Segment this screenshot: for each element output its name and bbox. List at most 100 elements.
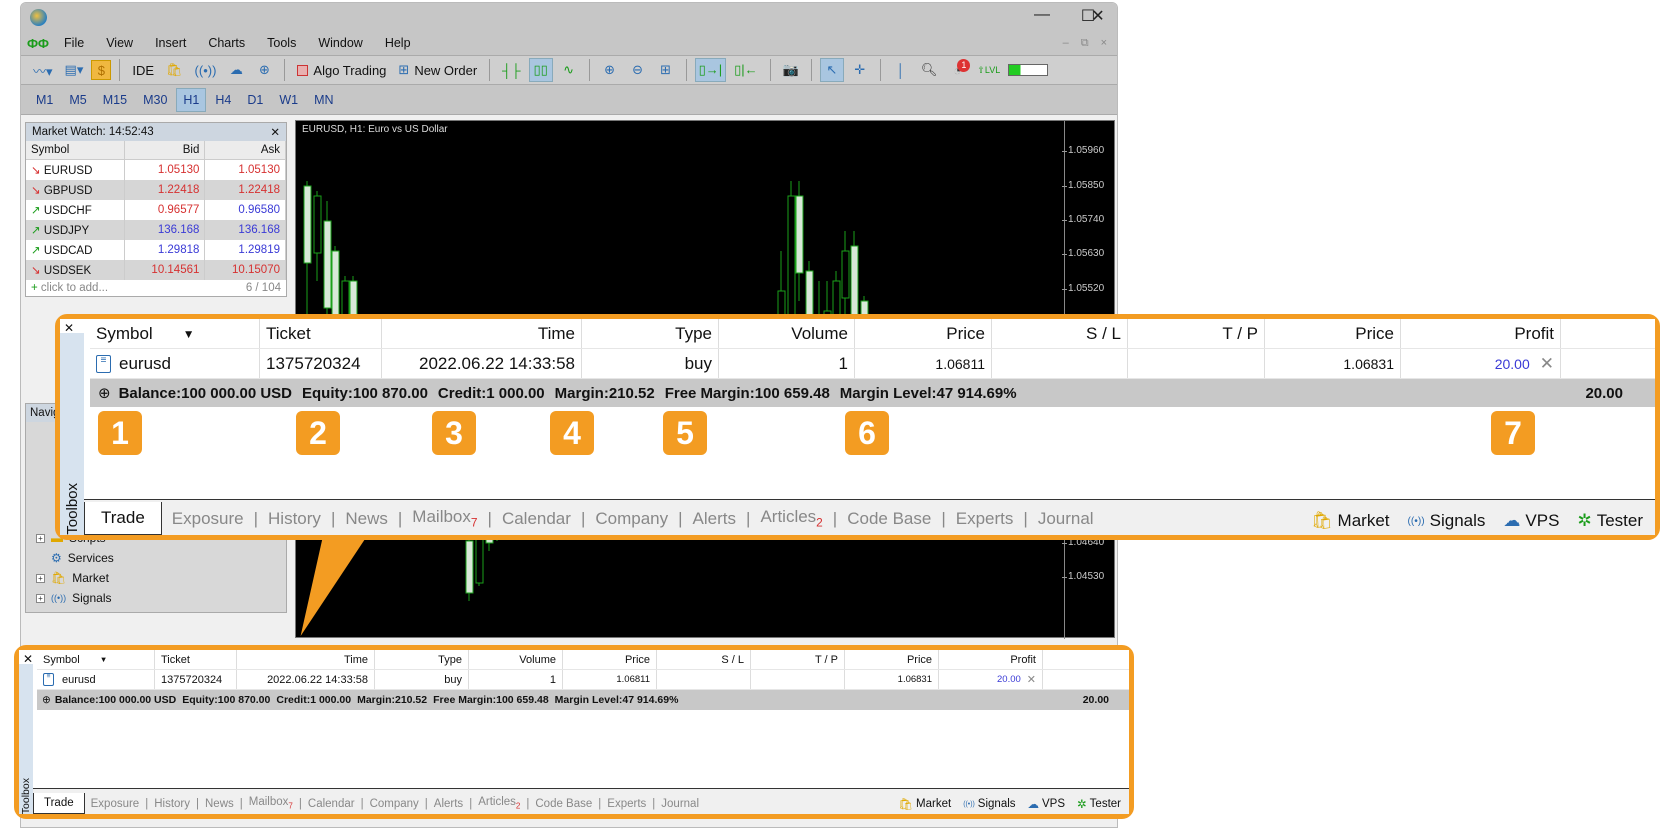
- tool-market[interactable]: 🛍 Market: [898, 797, 951, 811]
- chart-type-icon[interactable]: 〰▾: [29, 58, 57, 82]
- column-current-price[interactable]: Price: [845, 650, 939, 669]
- timeframe-m30[interactable]: M30: [136, 88, 174, 112]
- app-menu-icon[interactable]: ФФ: [27, 36, 53, 51]
- column-symbol[interactable]: Symbol ▼: [37, 650, 155, 669]
- market-watch-row[interactable]: ↘ USDSEK 10.14561 10.15070: [26, 259, 286, 280]
- tab-history[interactable]: History: [258, 509, 331, 535]
- menu-file[interactable]: File: [53, 36, 95, 50]
- tool-tester[interactable]: ✲ Tester: [1577, 511, 1643, 531]
- vertical-line-icon[interactable]: │: [889, 58, 913, 82]
- tool-signals[interactable]: ((•)) Signals: [1408, 511, 1486, 531]
- navigator-item-signals[interactable]: + ((•)) Signals: [26, 588, 286, 608]
- tab-alerts[interactable]: Alerts: [428, 798, 469, 814]
- vps-cloud-icon[interactable]: ☁: [224, 58, 248, 82]
- tab-articles[interactable]: Articles2: [750, 507, 832, 535]
- toolbox-close-icon[interactable]: ✕: [64, 321, 74, 335]
- column-type[interactable]: Type: [582, 319, 719, 348]
- expand-icon[interactable]: +: [36, 573, 45, 583]
- tab-trade[interactable]: Trade: [84, 502, 162, 535]
- column-price[interactable]: Price: [855, 319, 992, 348]
- toolbox-vertical-tab[interactable]: Toolbox: [19, 664, 33, 814]
- column-tp[interactable]: T / P: [751, 650, 845, 669]
- tab-journal[interactable]: Journal: [1028, 509, 1104, 535]
- column-profit[interactable]: Profit: [1401, 319, 1561, 348]
- timeframe-h1[interactable]: H1: [176, 87, 207, 112]
- tab-code-base[interactable]: Code Base: [529, 798, 598, 814]
- timeframe-m15[interactable]: M15: [96, 88, 134, 112]
- menu-help[interactable]: Help: [374, 36, 422, 50]
- tool-signals[interactable]: ((•)) Signals: [963, 798, 1015, 810]
- column-volume[interactable]: Volume: [719, 319, 855, 348]
- market-watch-row[interactable]: ↗ USDCHF 0.96577 0.96580: [26, 199, 286, 220]
- column-ask[interactable]: Ask: [204, 141, 286, 160]
- column-bid[interactable]: Bid: [124, 141, 206, 160]
- column-volume[interactable]: Volume: [469, 650, 563, 669]
- tab-history[interactable]: History: [148, 798, 196, 814]
- minimize-button[interactable]: —: [1027, 6, 1057, 24]
- line-chart-icon[interactable]: ∿: [557, 58, 581, 82]
- navigator-item-market[interactable]: + 🛍 Market: [26, 568, 286, 588]
- market-watch-close-icon[interactable]: ✕: [270, 125, 280, 139]
- menu-window[interactable]: Window: [307, 36, 373, 50]
- column-type[interactable]: Type: [375, 650, 469, 669]
- column-ticket[interactable]: Ticket: [260, 319, 382, 348]
- autoscroll-icon[interactable]: ▯→|: [694, 58, 727, 82]
- timeframe-w1[interactable]: W1: [272, 88, 305, 112]
- expand-icon[interactable]: +: [36, 533, 45, 543]
- navigator-item-services[interactable]: ⚙ Services: [26, 548, 286, 568]
- sort-dropdown-icon[interactable]: ▼: [183, 327, 195, 341]
- close-button[interactable]: ✕: [1083, 6, 1113, 26]
- ide-button[interactable]: IDE: [128, 58, 158, 82]
- tab-experts[interactable]: Experts: [946, 509, 1024, 535]
- expand-circle-icon[interactable]: ⊕: [98, 384, 111, 402]
- zoom-in-icon[interactable]: ⊕: [598, 58, 622, 82]
- tab-mailbox[interactable]: Mailbox7: [402, 507, 487, 535]
- timeframe-m5[interactable]: M5: [62, 88, 93, 112]
- tab-news[interactable]: News: [199, 798, 240, 814]
- close-position-icon[interactable]: ✕: [1540, 354, 1554, 374]
- tab-experts[interactable]: Experts: [601, 798, 652, 814]
- market-watch-row[interactable]: ↗ USDCAD 1.29818 1.29819: [26, 239, 286, 260]
- tab-news[interactable]: News: [335, 509, 398, 535]
- column-ticket[interactable]: Ticket: [155, 650, 237, 669]
- tile-windows-icon[interactable]: ⊞: [654, 58, 678, 82]
- expand-circle-icon[interactable]: ⊕: [42, 694, 51, 706]
- column-profit[interactable]: Profit: [939, 650, 1043, 669]
- column-sl[interactable]: S / L: [657, 650, 751, 669]
- child-restore-icon[interactable]: ⧉: [1081, 37, 1089, 50]
- tab-journal[interactable]: Journal: [655, 798, 705, 814]
- tab-exposure[interactable]: Exposure: [85, 798, 146, 814]
- candlestick-icon[interactable]: ▯▯: [528, 58, 553, 82]
- timeframe-h4[interactable]: H4: [208, 88, 238, 112]
- column-time[interactable]: Time: [237, 650, 375, 669]
- close-position-icon[interactable]: ✕: [1027, 673, 1036, 686]
- toolbox-close-icon[interactable]: ✕: [23, 652, 33, 666]
- column-price[interactable]: Price: [563, 650, 657, 669]
- dollar-icon[interactable]: $: [91, 60, 112, 80]
- menu-insert[interactable]: Insert: [144, 36, 197, 50]
- tab-exposure[interactable]: Exposure: [162, 509, 254, 535]
- tab-alerts[interactable]: Alerts: [683, 509, 746, 535]
- tab-trade[interactable]: Trade: [33, 793, 85, 814]
- templates-icon[interactable]: ▤▾: [61, 58, 88, 82]
- tool-vps[interactable]: ☁ VPS: [1028, 797, 1066, 811]
- search-icon[interactable]: 🔍︎: [917, 58, 942, 82]
- cursor-icon[interactable]: ↖: [819, 58, 844, 82]
- market-watch-row[interactable]: ↘ EURUSD 1.05130 1.05130: [26, 159, 286, 180]
- market-bag-icon[interactable]: 🛍: [162, 58, 187, 82]
- tab-calendar[interactable]: Calendar: [302, 798, 361, 814]
- column-time[interactable]: Time: [382, 319, 582, 348]
- signals-icon[interactable]: ((•)): [191, 58, 221, 82]
- tab-mailbox[interactable]: Mailbox7: [243, 796, 299, 814]
- chart-shift-icon[interactable]: ▯|←: [730, 58, 762, 82]
- market-watch-row[interactable]: ↗ USDJPY 136.168 136.168: [26, 219, 286, 240]
- tab-articles[interactable]: Articles2: [472, 796, 526, 814]
- column-sl[interactable]: S / L: [992, 319, 1128, 348]
- market-watch-row[interactable]: ↘ GBPUSD 1.22418 1.22418: [26, 179, 286, 200]
- crosshair-icon[interactable]: ✛: [848, 58, 872, 82]
- tab-code-base[interactable]: Code Base: [837, 509, 941, 535]
- tab-company[interactable]: Company: [585, 509, 678, 535]
- algo-trading-button[interactable]: Algo Trading: [293, 58, 390, 82]
- tool-vps[interactable]: ☁ VPS: [1503, 511, 1559, 531]
- sort-dropdown-icon[interactable]: ▼: [100, 655, 108, 664]
